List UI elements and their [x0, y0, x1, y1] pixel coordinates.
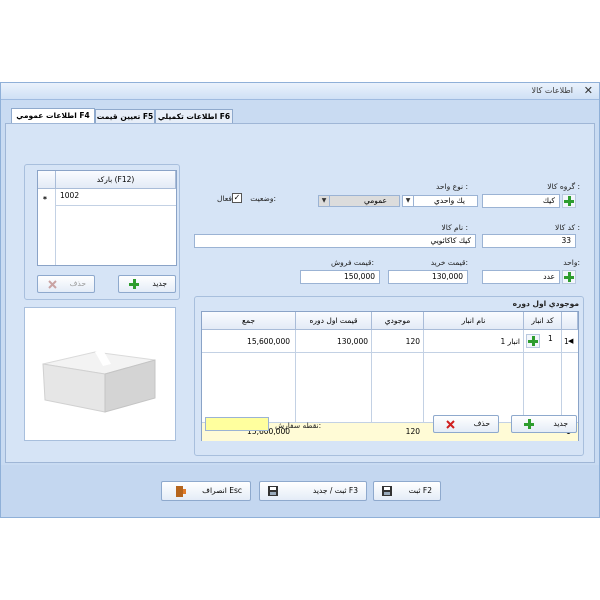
product-image-frame[interactable]: [24, 307, 176, 441]
barcode-row-indicator-header: [38, 171, 56, 189]
cancel-button[interactable]: انصراف Esc: [161, 481, 251, 501]
tab-price-label: تعيين قيمت F5: [96, 112, 154, 121]
inventory-new-label: جديد: [553, 419, 568, 428]
group-field[interactable]: كيك: [482, 194, 560, 208]
plus-icon: [524, 419, 534, 429]
sell-price-field[interactable]: 150,000: [300, 270, 380, 284]
group-label: گروه كالا :: [547, 182, 580, 191]
inventory-delete-label: حذف: [473, 419, 490, 428]
reorder-label: نقطه سفارش:: [275, 421, 322, 430]
footer-bar: ثبت F2 ثبت / جديد F3 انصراف Esc: [1, 465, 599, 517]
barcode-header: بارکد (F12): [56, 171, 176, 189]
box-image: [42, 350, 156, 413]
col-qty-header: موجودي: [372, 312, 424, 330]
row-code-cell[interactable]: 1: [548, 334, 553, 343]
add-warehouse-button[interactable]: [526, 334, 540, 348]
barcode-row-line: [56, 205, 176, 206]
barcode-grid: بارکد (F12) * 1002: [37, 170, 177, 266]
barcode-delete-label: حذف: [69, 279, 86, 288]
tab-general-label: اطلاعات عمومي F4: [16, 111, 90, 120]
save-label: ثبت F2: [408, 486, 432, 495]
plus-icon: [564, 272, 574, 282]
title-bar: اطلاعات كالا ✕: [1, 83, 599, 100]
unit-type-value: يك واحدي: [434, 196, 465, 205]
general-value: عمومي: [364, 196, 387, 205]
inventory-new-button[interactable]: جديد: [511, 415, 577, 433]
col-code-header: كد انبار: [524, 312, 562, 330]
cancel-label: انصراف Esc: [202, 486, 242, 495]
barcode-new-label: جديد: [152, 279, 167, 288]
add-unit-button[interactable]: [562, 270, 576, 284]
floppy-icon: [268, 486, 278, 496]
barcode-group: بارکد (F12) * 1002 جديد حذف: [24, 164, 180, 300]
barcode-delete-button[interactable]: حذف: [37, 275, 95, 293]
plus-icon: [528, 336, 538, 346]
reorder-field[interactable]: [205, 417, 269, 431]
name-label: نام كالا :: [441, 223, 468, 232]
row-number: 1: [564, 337, 569, 346]
active-label: فعال: [217, 194, 232, 203]
unit-label: واحد:: [563, 258, 580, 267]
buy-price-label: قيمت خريد:: [430, 258, 468, 267]
plus-icon: [129, 279, 139, 289]
add-group-button[interactable]: [562, 194, 576, 208]
grid-row-line: [202, 352, 578, 353]
tab-additional-info[interactable]: اطلاعات تكميلي F6: [155, 109, 233, 123]
row-price-cell[interactable]: 130,000: [296, 337, 368, 346]
product-info-window: اطلاعات كالا ✕ تعيين قيمت F5 اطلاعات تكم…: [0, 82, 600, 518]
floppy-icon: [382, 486, 392, 496]
chevron-down-icon: ▼: [319, 196, 330, 206]
unit-field[interactable]: عدد: [482, 270, 560, 284]
general-select[interactable]: ▼ عمومي: [318, 195, 400, 207]
summary-qty-cell: 120: [405, 427, 420, 436]
tab-price[interactable]: تعيين قيمت F5: [95, 109, 155, 123]
window-title: اطلاعات كالا: [531, 86, 573, 95]
row-qty-cell[interactable]: 120: [372, 337, 420, 346]
tab-additional-label: اطلاعات تكميلي F6: [157, 112, 231, 121]
col-name-header: نام انبار: [424, 312, 524, 330]
name-field[interactable]: كيك كاكائويي: [194, 234, 476, 248]
exit-door-icon: [176, 486, 186, 497]
active-checkbox[interactable]: ✓: [232, 193, 242, 203]
code-field[interactable]: 33: [482, 234, 576, 248]
col-price-header: قيمت اول دوره: [296, 312, 372, 330]
chevron-down-icon: ▼: [403, 196, 414, 206]
inventory-delete-button[interactable]: حذف: [433, 415, 499, 433]
unit-type-select[interactable]: ▼ يك واحدي: [402, 195, 478, 207]
row-name-cell[interactable]: انبار 1: [424, 337, 520, 346]
status-label: وضعيت:: [250, 194, 276, 203]
tab-panel: بارکد (F12) * 1002 جديد حذف گروه كالا: …: [5, 123, 595, 463]
save-new-label: ثبت / جديد F3: [312, 486, 358, 495]
unit-type-label: نوع واحد :: [435, 182, 468, 191]
inventory-legend: موجودي اول دوره: [512, 299, 579, 308]
save-button[interactable]: ثبت F2: [373, 481, 441, 501]
close-icon[interactable]: ✕: [584, 84, 593, 97]
plus-icon: [564, 196, 574, 206]
delete-x-icon: [48, 280, 57, 289]
save-new-button[interactable]: ثبت / جديد F3: [259, 481, 367, 501]
barcode-new-button[interactable]: جديد: [118, 275, 176, 293]
row-indicator-header: [562, 312, 578, 330]
tab-general-info[interactable]: اطلاعات عمومي F4: [11, 108, 95, 124]
row-total-cell[interactable]: 15,600,000: [202, 337, 290, 346]
barcode-cell[interactable]: 1002: [60, 191, 79, 200]
sell-price-label: قيمت فروش:: [331, 258, 374, 267]
buy-price-field[interactable]: 130,000: [388, 270, 468, 284]
delete-x-icon: [446, 420, 455, 429]
barcode-grid-line: [55, 189, 56, 265]
code-label: كد كالا :: [555, 223, 580, 232]
new-row-marker: *: [43, 195, 47, 204]
col-total-header: جمع: [202, 312, 296, 330]
